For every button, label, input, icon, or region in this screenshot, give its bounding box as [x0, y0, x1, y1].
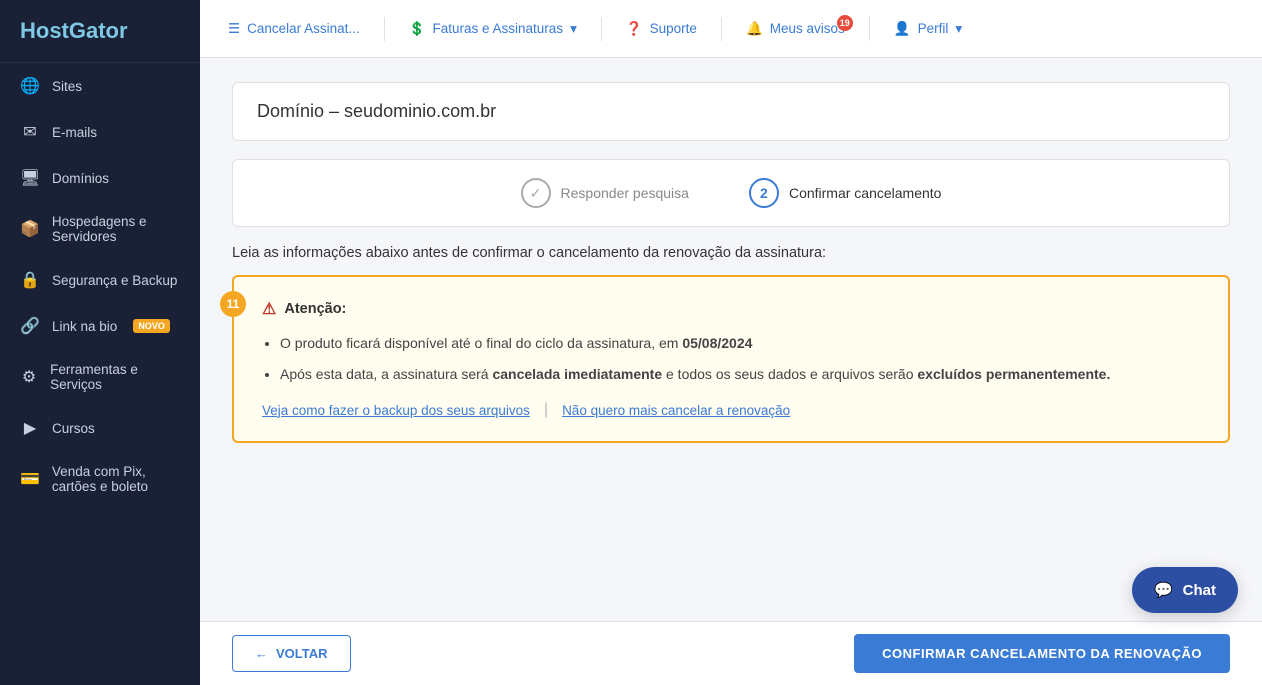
dominios-icon: 🖥 [20, 168, 40, 188]
warning-box: 11 ⚠ Atenção: O produto ficará disponíve… [232, 275, 1230, 443]
bullet1-prefix: O produto ficará disponível até o final … [280, 335, 682, 351]
warning-title-text: Atenção: [284, 301, 346, 317]
steps-bar: ✓ Responder pesquisa 2 Confirmar cancela… [232, 159, 1230, 227]
warning-links: Veja como fazer o backup dos seus arquiv… [262, 401, 1200, 419]
profile-icon: 👤 [894, 21, 911, 37]
sidebar-item-label: Cursos [52, 421, 95, 436]
sidebar-item-label: E-mails [52, 125, 97, 140]
topnav-support[interactable]: ❓ Suporte [626, 21, 697, 37]
sidebar-item-ferramentas[interactable]: ⚙ Ferramentas e Serviços [0, 349, 200, 405]
warning-title: ⚠ Atenção: [262, 299, 1200, 319]
intro-text: Leia as informações abaixo antes de conf… [232, 245, 1230, 261]
seguranca-icon: 🔒 [20, 270, 40, 290]
sidebar-item-label: Hospedagens e Servidores [52, 214, 180, 244]
back-button[interactable]: ← VOLTAR [232, 635, 351, 672]
topnav-billing[interactable]: 💲 Faturas e Assinaturas ▾ [409, 21, 577, 37]
cancel-label: Cancelar Assinat... [247, 21, 360, 36]
content-area: Domínio – seudominio.com.br ✓ Responder … [200, 58, 1262, 685]
step-1: ✓ Responder pesquisa [521, 178, 689, 208]
topnav: ☰ Cancelar Assinat... 💲 Faturas e Assina… [200, 0, 1262, 58]
billing-chevron: ▾ [570, 21, 577, 37]
topnav-cancel[interactable]: ☰ Cancelar Assinat... [228, 21, 360, 37]
step1-circle: ✓ [521, 178, 551, 208]
sidebar-item-label: Segurança e Backup [52, 273, 177, 288]
topnav-sep-1 [384, 17, 385, 41]
sidebar-item-linkbio[interactable]: 🔗 Link na bio NOVO [0, 303, 200, 349]
bullet2-pre: Após esta data, a assinatura será [280, 366, 492, 382]
ferramentas-icon: ⚙ [20, 367, 38, 387]
confirm-label: CONFIRMAR CANCELAMENTO DA RENOVAÇÃO [882, 646, 1202, 661]
domain-title: Domínio – seudominio.com.br [257, 101, 496, 121]
billing-icon: 💲 [409, 21, 426, 37]
sidebar-item-label: Sites [52, 79, 82, 94]
notifications-label: Meus avisos [770, 21, 845, 36]
chat-label: Chat [1183, 582, 1216, 599]
step2-label: Confirmar cancelamento [789, 185, 942, 201]
sidebar-item-cursos[interactable]: ▶ Cursos [0, 405, 200, 451]
chat-icon: 💬 [1154, 581, 1173, 599]
cancel-link[interactable]: Não quero mais cancelar a renovação [562, 403, 790, 418]
cancel-icon: ☰ [228, 21, 240, 37]
bullet2-bold1: cancelada imediatamente [492, 366, 662, 382]
main-panel: ☰ Cancelar Assinat... 💲 Faturas e Assina… [200, 0, 1262, 685]
sites-icon: 🌐 [20, 76, 40, 96]
back-label: VOLTAR [276, 646, 328, 661]
sidebar-item-vendapix[interactable]: 💳 Venda com Pix, cartões e boleto [0, 451, 200, 507]
domain-header: Domínio – seudominio.com.br [232, 82, 1230, 141]
topnav-sep-3 [721, 17, 722, 41]
sidebar-item-label: Domínios [52, 171, 109, 186]
warning-step-badge: 11 [220, 291, 246, 317]
back-arrow-icon: ← [255, 646, 268, 661]
notification-badge: 19 [837, 15, 853, 31]
topnav-notifications[interactable]: 🔔 19 Meus avisos [746, 21, 845, 37]
cursos-icon: ▶ [20, 418, 40, 438]
link-separator: | [544, 401, 548, 419]
topnav-sep-2 [601, 17, 602, 41]
linkbio-icon: 🔗 [20, 316, 40, 336]
sidebar-item-label: Venda com Pix, cartões e boleto [52, 464, 180, 494]
step1-label: Responder pesquisa [561, 185, 689, 201]
profile-chevron: ▾ [955, 21, 962, 37]
sidebar-item-label: Ferramentas e Serviços [50, 362, 180, 392]
sidebar-item-dominios[interactable]: 🖥 Domínios [0, 155, 200, 201]
support-label: Suporte [650, 21, 697, 36]
step-2: 2 Confirmar cancelamento [749, 178, 942, 208]
profile-label: Perfil [918, 21, 949, 36]
step2-circle: 2 [749, 178, 779, 208]
sidebar-item-label: Link na bio [52, 319, 117, 334]
backup-link[interactable]: Veja como fazer o backup dos seus arquiv… [262, 403, 530, 418]
confirm-button[interactable]: CONFIRMAR CANCELAMENTO DA RENOVAÇÃO [854, 634, 1230, 673]
topnav-profile[interactable]: 👤 Perfil ▾ [894, 21, 962, 37]
support-icon: ❓ [626, 21, 643, 37]
bullet1-date: 05/08/2024 [682, 335, 752, 351]
sidebar-item-hospedagens[interactable]: 📦 Hospedagens e Servidores [0, 201, 200, 257]
billing-label: Faturas e Assinaturas [432, 21, 563, 36]
warning-triangle-icon: ⚠ [262, 299, 276, 319]
sidebar-item-seguranca[interactable]: 🔒 Segurança e Backup [0, 257, 200, 303]
warning-item-1: O produto ficará disponível até o final … [280, 333, 1200, 354]
warning-item-2: Após esta data, a assinatura será cancel… [280, 364, 1200, 385]
sidebar-item-sites[interactable]: 🌐 Sites [0, 63, 200, 109]
sidebar: HostGator 🌐 Sites ✉ E-mails 🖥 Domínios 📦… [0, 0, 200, 685]
vendapix-icon: 💳 [20, 469, 40, 489]
sidebar-item-emails[interactable]: ✉ E-mails [0, 109, 200, 155]
chat-button[interactable]: 💬 Chat [1132, 567, 1238, 613]
sidebar-logo: HostGator [0, 0, 200, 63]
hospedagens-icon: 📦 [20, 219, 40, 239]
bell-icon: 🔔 [746, 21, 763, 37]
warning-list: O produto ficará disponível até o final … [262, 333, 1200, 385]
bullet2-bold2: excluídos permanentemente. [917, 366, 1110, 382]
email-icon: ✉ [20, 122, 40, 142]
topnav-sep-4 [869, 17, 870, 41]
linkbio-badge: NOVO [133, 319, 170, 333]
footer-bar: ← VOLTAR CONFIRMAR CANCELAMENTO DA RENOV… [200, 621, 1262, 685]
bullet2-mid: e todos os seus dados e arquivos serão [662, 366, 917, 382]
